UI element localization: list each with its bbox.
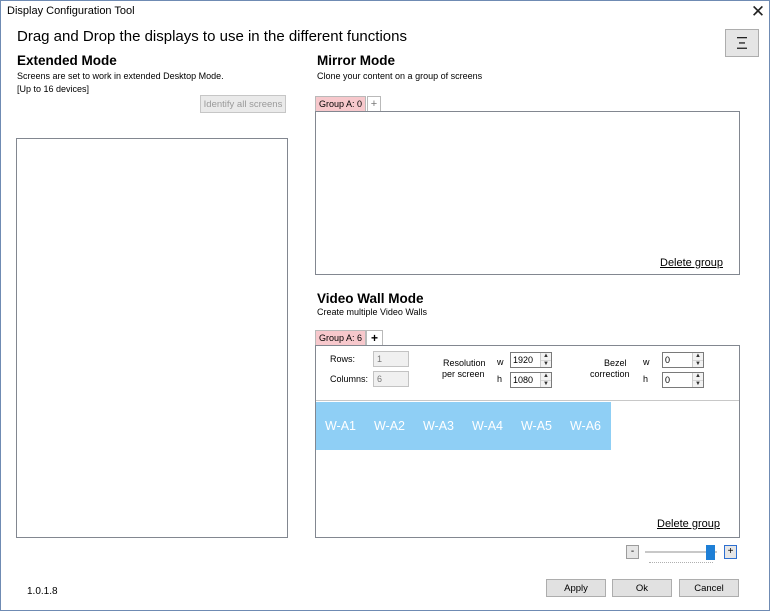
ok-button[interactable]: Ok [612, 579, 672, 597]
close-icon[interactable]: ✕ [751, 2, 765, 21]
resolution-label-2: per screen [442, 369, 485, 379]
rows-field[interactable]: 1 [373, 351, 409, 367]
resolution-label: Resolution [443, 358, 486, 368]
resolution-height-value[interactable]: 1080 [511, 373, 540, 387]
resolution-width-spinner[interactable]: 1920 ▲ ▼ [510, 352, 552, 368]
apply-button[interactable]: Apply [546, 579, 606, 597]
zoom-slider-ticks [649, 562, 713, 564]
spin-down-icon[interactable]: ▼ [693, 359, 703, 367]
instruction-text: Drag and Drop the displays to use in the… [17, 28, 407, 45]
video-wall-screen-tile[interactable]: W-A5 [512, 419, 561, 433]
video-wall-screen-tile[interactable]: W-A3 [414, 419, 463, 433]
mirror-mode-title: Mirror Mode [317, 53, 396, 68]
tab-video-wall-group-a[interactable]: Group A: 6 [315, 330, 367, 346]
add-video-wall-group-tab[interactable]: + [366, 330, 383, 346]
app-window: Display Configuration Tool ✕ Drag and Dr… [0, 0, 770, 611]
zoom-in-button[interactable]: + [724, 545, 737, 559]
resolution-width-value[interactable]: 1920 [511, 353, 540, 367]
extended-mode-subtitle: Screens are set to work in extended Desk… [17, 71, 224, 81]
columns-label: Columns: [330, 374, 369, 384]
cancel-button[interactable]: Cancel [679, 579, 739, 597]
bezel-width-value[interactable]: 0 [663, 353, 692, 367]
mirror-mode-subtitle: Clone your content on a group of screens [317, 71, 483, 81]
columns-field[interactable]: 6 [373, 371, 409, 387]
window-title: Display Configuration Tool [7, 5, 135, 17]
video-wall-delete-group-link[interactable]: Delete group [657, 518, 720, 530]
spin-down-icon[interactable]: ▼ [541, 379, 551, 387]
resolution-height-spinner[interactable]: 1080 ▲ ▼ [510, 372, 552, 388]
spin-down-icon[interactable]: ▼ [693, 379, 703, 387]
video-wall-panel: Rows: 1 Columns: 6 Resolution per screen… [315, 345, 740, 538]
bezel-w-label: w [643, 357, 650, 367]
video-wall-mode-subtitle: Create multiple Video Walls [317, 307, 428, 317]
mirror-delete-group-link[interactable]: Delete group [660, 257, 723, 269]
extended-mode-limit: [Up to 16 devices] [17, 84, 90, 94]
video-wall-screen-tile[interactable]: W-A2 [365, 419, 414, 433]
mirror-mode-drop-area[interactable]: Delete group [315, 111, 740, 275]
bezel-height-spinner[interactable]: 0 ▲ ▼ [662, 372, 704, 388]
bezel-label: Bezel [604, 358, 627, 368]
add-mirror-group-tab[interactable]: + [367, 96, 381, 112]
close-button[interactable]: ✕ [745, 1, 770, 23]
version-label: 1.0.1.8 [27, 586, 58, 597]
resolution-h-label: h [497, 374, 503, 384]
bezel-height-value[interactable]: 0 [663, 373, 692, 387]
extended-mode-drop-area[interactable] [16, 138, 288, 538]
menu-button[interactable] [725, 29, 759, 57]
bezel-h-label: h [643, 374, 649, 384]
spin-down-icon[interactable]: ▼ [541, 359, 551, 367]
zoom-out-button[interactable]: - [626, 545, 639, 559]
bezel-width-spinner[interactable]: 0 ▲ ▼ [662, 352, 704, 368]
identify-screens-button[interactable]: Identify all screens [200, 95, 286, 113]
video-wall-screen-tile[interactable]: W-A1 [316, 419, 365, 433]
extended-mode-title: Extended Mode [17, 53, 117, 68]
video-wall-screen-tile[interactable]: W-A4 [463, 419, 512, 433]
settings-divider [316, 400, 739, 401]
video-wall-screen-tile[interactable]: W-A6 [561, 419, 610, 433]
rows-label: Rows: [330, 354, 356, 364]
bezel-label-2: correction [590, 369, 630, 379]
zoom-slider-thumb[interactable] [706, 545, 715, 560]
hamburger-menu-icon[interactable] [736, 36, 748, 50]
video-wall-screens-strip[interactable]: W-A1 W-A2 W-A3 W-A4 W-A5 W-A6 [316, 402, 611, 450]
tab-mirror-group-a[interactable]: Group A: 0 [315, 96, 367, 112]
resolution-w-label: w [497, 357, 504, 367]
video-wall-mode-title: Video Wall Mode [317, 291, 424, 306]
